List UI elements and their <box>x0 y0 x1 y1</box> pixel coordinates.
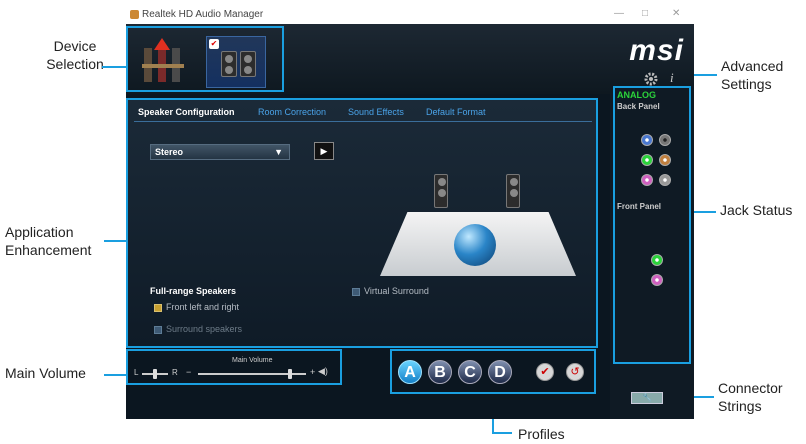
jack-front-green[interactable] <box>651 254 663 266</box>
play-button[interactable]: ▶ <box>314 142 334 160</box>
application-enhancement-panel: Speaker Configuration Room Correction So… <box>126 98 598 348</box>
tab-sound-effects[interactable]: Sound Effects <box>348 107 404 117</box>
maximize-button[interactable]: □ <box>642 8 648 19</box>
callout-connector-strings: Connector Strings <box>718 380 783 414</box>
minimize-button[interactable]: — <box>614 8 624 19</box>
connector-plugs-icon <box>142 38 184 82</box>
check-icon: ✔ <box>209 39 219 49</box>
callout-profiles: Profiles <box>518 426 565 442</box>
speaker-config-value: Stereo <box>155 147 184 157</box>
virtual-surround-checkbox[interactable]: Virtual Surround <box>352 286 429 296</box>
main-volume-panel: Main Volume L R − + ◀) <box>126 349 342 385</box>
right-speaker-icon[interactable] <box>506 174 520 208</box>
tab-speaker-configuration[interactable]: Speaker Configuration <box>138 107 235 117</box>
reset-profile-button[interactable]: ↺ <box>566 363 584 381</box>
msi-logo: msi <box>629 34 684 67</box>
tab-room-correction[interactable]: Room Correction <box>258 107 326 117</box>
tab-bar: Speaker Configuration Room Correction So… <box>134 104 592 122</box>
surround-checkbox[interactable]: Surround speakers <box>154 324 242 334</box>
device-selection[interactable]: ✔ <box>126 26 284 92</box>
speaker-stage <box>368 174 580 276</box>
callout-app-enhancement: Application Enhancement <box>5 224 92 258</box>
volume-minus[interactable]: − <box>186 367 191 377</box>
jack-orange[interactable] <box>659 154 671 166</box>
front-lr-label: Front left and right <box>166 302 240 312</box>
checkbox-box <box>352 287 360 296</box>
balance-right-label: R <box>172 368 178 377</box>
play-icon: ▶ <box>320 146 328 156</box>
main-volume-knob[interactable] <box>288 369 292 379</box>
jack-status-panel: ANALOG Back Panel Front Panel <box>613 86 691 364</box>
device-speakers[interactable]: ✔ <box>206 36 266 88</box>
main-volume-label: Main Volume <box>232 357 273 364</box>
chevron-down-icon: ▼ <box>274 147 283 157</box>
profile-c-button[interactable]: C <box>458 360 482 384</box>
fullrange-speakers-label: Full-range Speakers <box>150 286 237 296</box>
info-icon[interactable]: i <box>670 70 674 86</box>
jack-black[interactable] <box>659 134 671 146</box>
jack-green[interactable] <box>641 154 653 166</box>
check-icon <box>154 303 162 312</box>
volume-plus[interactable]: + <box>310 367 315 377</box>
callout-main-volume: Main Volume <box>5 365 86 381</box>
check-icon: ✔ <box>540 366 550 378</box>
connector-line <box>492 432 512 434</box>
device-analog[interactable] <box>136 38 196 88</box>
jack-front-pink[interactable] <box>651 274 663 286</box>
listener-sphere <box>454 224 496 266</box>
jack-gray[interactable] <box>659 174 671 186</box>
surround-label: Surround speakers <box>166 324 243 334</box>
connector-line <box>694 211 716 213</box>
callout-jack-status: Jack Status <box>720 202 793 218</box>
window-title: Realtek HD Audio Manager <box>142 9 264 20</box>
profile-b-button[interactable]: B <box>428 360 452 384</box>
reset-icon: ↺ <box>570 366 580 378</box>
connector-line <box>102 66 128 68</box>
jack-pink[interactable] <box>641 174 653 186</box>
profile-a-button[interactable]: A <box>398 360 422 384</box>
balance-knob[interactable] <box>153 369 157 379</box>
speaker-config-select[interactable]: Stereo ▼ <box>150 144 290 160</box>
wrench-icon: 🔧 <box>642 393 652 402</box>
speaker-icon <box>221 51 237 77</box>
callout-advanced-settings: Advanced Settings <box>721 58 784 92</box>
checkbox-box <box>154 325 162 334</box>
back-panel-label: Back Panel <box>617 102 660 111</box>
close-button[interactable]: ✕ <box>672 8 680 19</box>
profile-d-button[interactable]: D <box>488 360 512 384</box>
speaker-icon <box>240 51 256 77</box>
app-icon <box>130 10 139 19</box>
profiles-panel: A B C D ✔ ↺ <box>390 349 596 394</box>
front-lr-checkbox[interactable]: Front left and right <box>154 302 239 312</box>
analog-label: ANALOG <box>617 90 656 100</box>
tab-default-format[interactable]: Default Format <box>426 107 486 117</box>
balance-left-label: L <box>134 368 139 377</box>
save-profile-button[interactable]: ✔ <box>536 363 554 381</box>
connector-line <box>104 240 128 242</box>
connector-strings-button[interactable]: 🔧 <box>631 392 663 404</box>
front-panel-label: Front Panel <box>617 202 662 211</box>
gear-icon[interactable] <box>644 72 658 86</box>
speaker-icon[interactable]: ◀) <box>318 366 328 377</box>
connector-line <box>104 374 128 376</box>
jack-blue[interactable] <box>641 134 653 146</box>
left-speaker-icon[interactable] <box>434 174 448 208</box>
audio-manager-window: Realtek HD Audio Manager — □ ✕ msi ✔ i A… <box>126 6 694 419</box>
title-bar: Realtek HD Audio Manager — □ ✕ <box>126 6 694 24</box>
virtual-surround-label: Virtual Surround <box>364 286 429 296</box>
